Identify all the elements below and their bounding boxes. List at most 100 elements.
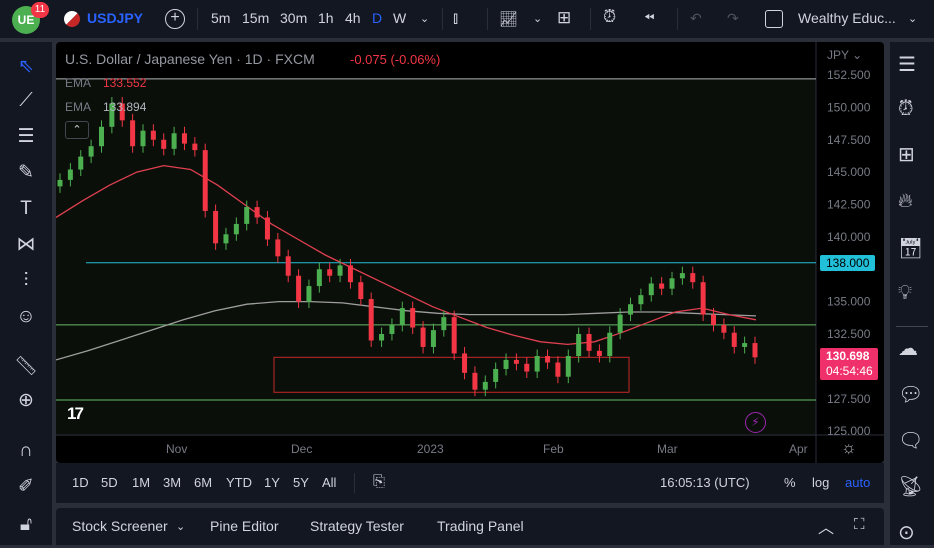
- clock-time[interactable]: 16:05:13 (UTC): [660, 475, 750, 490]
- go-to-date-icon[interactable]: ⎘: [373, 473, 385, 490]
- watchlist-icon[interactable]: ☰: [898, 52, 926, 80]
- range-3m[interactable]: 3M: [163, 475, 181, 490]
- interval-30m[interactable]: 30m: [280, 10, 307, 26]
- interval-d[interactable]: D: [372, 10, 382, 26]
- range-1y[interactable]: 1Y: [264, 475, 280, 490]
- chevron-down-icon[interactable]: ⌄: [176, 520, 185, 533]
- candle-body: [347, 265, 353, 283]
- maximize-panel-icon[interactable]: ⛶: [854, 516, 865, 533]
- magnet-icon[interactable]: ∩: [13, 438, 39, 464]
- range-1m[interactable]: 1M: [132, 475, 150, 490]
- range-all[interactable]: All: [322, 475, 336, 490]
- candle-body: [171, 133, 177, 149]
- chart-pane[interactable]: 152.500 150.000 147.500 145.000 142.500 140.0…: [56, 42, 884, 463]
- range-5d[interactable]: 5D: [101, 475, 118, 490]
- candle-body: [410, 308, 416, 328]
- candle-body: [482, 381, 488, 390]
- chevron-down-icon[interactable]: ⌄: [533, 12, 542, 25]
- candle-body: [57, 179, 63, 187]
- messages-icon[interactable]: 🗨︎: [898, 428, 926, 456]
- minds-cloud-icon[interactable]: ☁︎: [898, 336, 926, 364]
- prediction-icon[interactable]: ⫶: [13, 268, 39, 294]
- text-icon[interactable]: T: [13, 196, 39, 222]
- ema-slow-label[interactable]: EMA: [65, 100, 91, 114]
- range-6m[interactable]: 6M: [194, 475, 212, 490]
- collapse-legend-button[interactable]: ⌃: [65, 121, 89, 139]
- range-5y[interactable]: 5Y: [293, 475, 309, 490]
- candle-body: [617, 314, 623, 333]
- fib-icon[interactable]: ☰: [13, 124, 39, 150]
- interval-5m[interactable]: 5m: [211, 10, 230, 26]
- candle-body: [596, 350, 602, 357]
- candle-body: [389, 324, 395, 334]
- tab-stock-screener[interactable]: Stock Screener: [72, 518, 168, 534]
- lock-drawing-icon[interactable]: ✐: [13, 474, 39, 500]
- candle-body: [586, 334, 592, 351]
- tab-trading-panel[interactable]: Trading Panel: [437, 518, 524, 534]
- candles-icon[interactable]: ⫾: [453, 10, 458, 28]
- help-icon[interactable]: ⊙: [898, 520, 926, 548]
- add-symbol-icon[interactable]: +: [165, 9, 185, 29]
- hotlist-fire-icon[interactable]: 🔥︎: [898, 190, 926, 218]
- candle-body: [534, 356, 540, 372]
- layout-name[interactable]: Wealthy Educ...: [798, 10, 896, 26]
- interval-15m[interactable]: 15m: [242, 10, 269, 26]
- cursor-icon[interactable]: ⇖: [13, 54, 39, 80]
- calendar-icon[interactable]: 📅︎: [898, 236, 926, 264]
- layout-grid-icon[interactable]: ⊞: [557, 8, 571, 28]
- ema-fast-label[interactable]: EMA: [65, 76, 91, 90]
- x-tick-label: Mar: [657, 442, 678, 456]
- redo-icon[interactable]: ↷: [727, 10, 739, 27]
- fullscreen-checkbox-icon[interactable]: [765, 10, 783, 28]
- alarm-add-icon[interactable]: ⏰︎: [603, 7, 616, 27]
- candle-body: [669, 278, 675, 289]
- candle-body: [638, 295, 644, 305]
- level-price-label: 138.000: [820, 255, 875, 271]
- indicators-icon[interactable]: 📈︎: [499, 10, 518, 28]
- ideas-bulb-icon[interactable]: 💡︎: [898, 282, 926, 310]
- candle-body: [648, 283, 654, 296]
- interval-4h[interactable]: 4h: [345, 10, 361, 26]
- add-list-icon[interactable]: ⊞: [898, 142, 926, 170]
- candle-body: [327, 269, 333, 276]
- y-tick-label: 150.000: [827, 100, 871, 114]
- candle-body: [462, 353, 468, 373]
- collapse-panel-icon[interactable]: ︿: [818, 514, 834, 538]
- trend-line-icon[interactable]: ⟋: [13, 88, 39, 114]
- candle-body: [555, 362, 561, 377]
- notification-badge: 11: [31, 2, 49, 18]
- sidebar-divider: [896, 326, 928, 327]
- chevron-down-icon[interactable]: ⌄: [908, 12, 917, 25]
- auto-toggle[interactable]: auto: [845, 475, 870, 490]
- log-toggle[interactable]: log: [812, 475, 829, 490]
- zoom-icon[interactable]: ⊕: [13, 388, 39, 414]
- symbol-button[interactable]: USDJPY: [87, 10, 143, 26]
- candle-body: [679, 273, 685, 279]
- emoji-icon[interactable]: ☺: [13, 304, 39, 330]
- price-chart[interactable]: 152.500 150.000 147.500 145.000 142.500 140.0…: [56, 42, 884, 463]
- ruler-icon[interactable]: 📏︎: [13, 354, 39, 380]
- interval-1h[interactable]: 1h: [318, 10, 334, 26]
- percent-toggle[interactable]: %: [784, 475, 796, 490]
- streams-icon[interactable]: 📡︎: [898, 474, 926, 502]
- lightning-icon[interactable]: ⚡︎: [745, 412, 766, 433]
- tradingview-logo[interactable]: 17: [67, 404, 84, 424]
- settings-gear-icon[interactable]: ☼: [841, 438, 857, 458]
- currency-selector[interactable]: JPY ⌄: [827, 48, 862, 62]
- tab-strategy-tester[interactable]: Strategy Tester: [310, 518, 404, 534]
- pattern-icon[interactable]: ⋈: [13, 232, 39, 258]
- tab-pine-editor[interactable]: Pine Editor: [210, 518, 278, 534]
- lock-icon[interactable]: 🔓︎: [13, 512, 39, 538]
- replay-icon[interactable]: ⏪︎: [644, 10, 654, 26]
- interval-w[interactable]: W: [393, 10, 406, 26]
- alarm-icon[interactable]: ⏰︎: [898, 98, 926, 126]
- chats-icon[interactable]: 💬︎: [898, 382, 926, 410]
- undo-icon[interactable]: ↶: [690, 10, 702, 27]
- sep: [354, 473, 355, 493]
- range-1d[interactable]: 1D: [72, 475, 89, 490]
- brush-icon[interactable]: ✎: [13, 160, 39, 186]
- chevron-down-icon[interactable]: ⌄: [420, 12, 429, 25]
- range-ytd[interactable]: YTD: [226, 475, 252, 490]
- candle-body: [202, 150, 208, 211]
- bottom-panel-tabs: Stock Screener ⌄ Pine Editor Strategy Te…: [56, 508, 884, 545]
